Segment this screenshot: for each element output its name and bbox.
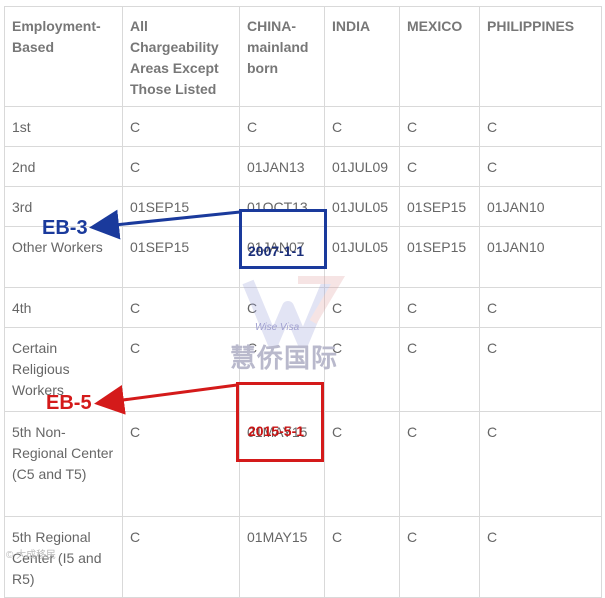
cell-all: 01SEP15 [122,186,240,227]
cell-all: C [122,146,240,187]
cell-philippines: C [479,287,602,328]
cell-mexico: C [399,287,480,328]
cell-philippines: C [479,327,602,412]
cell-mexico: C [399,106,480,147]
table-row: 1st C C C C C [4,106,602,147]
row-label: 1st [4,106,123,147]
corner-watermark: © 大成移民 [6,550,57,561]
cell-all: C [122,411,240,517]
header-employment-based: Employment-Based [4,6,123,107]
cell-philippines: C [479,106,602,147]
header-all-chargeability: All Chargeability Areas Except Those Lis… [122,6,240,107]
cell-india: 01JUL09 [324,146,400,187]
eb5-highlight-box [236,382,324,462]
cell-mexico: 01SEP15 [399,186,480,227]
cell-china: C [239,106,325,147]
cell-all: C [122,287,240,328]
header-mexico: MEXICO [399,6,480,107]
cell-mexico: C [399,146,480,187]
cell-all: C [122,106,240,147]
eb3-highlight-box [239,209,327,269]
watermark-brand-en: Wise Visa [255,322,300,333]
header-china: CHINA-mainland born [239,6,325,107]
cell-all: C [122,516,240,598]
cell-philippines: C [479,146,602,187]
eb3-date-annotation: 2007-1-1 [248,243,305,259]
cell-india: C [324,106,400,147]
cell-china: 01MAY15 [239,516,325,598]
cell-mexico: C [399,516,480,598]
row-label: 5th Non-Regional Center (C5 and T5) [4,411,123,517]
eb5-date-annotation: 2015-5-1 [248,423,305,439]
cell-mexico: C [399,411,480,517]
cell-india: C [324,411,400,517]
header-philippines: PHILIPPINES [479,6,602,107]
row-label: 2nd [4,146,123,187]
cell-india: 01JUL05 [324,186,400,227]
row-label: 4th [4,287,123,328]
cell-philippines: 01JAN10 [479,226,602,288]
cell-mexico: C [399,327,480,412]
cell-india: C [324,516,400,598]
cell-all: 01SEP15 [122,226,240,288]
cell-philippines: C [479,516,602,598]
cell-china: 01JAN13 [239,146,325,187]
cell-philippines: 01JAN10 [479,186,602,227]
header-row: Employment-Based All Chargeability Areas… [4,6,602,107]
eb3-label: EB-3 [42,217,88,239]
cell-philippines: C [479,411,602,517]
table-row: 2nd C 01JAN13 01JUL09 C C [4,146,602,187]
cell-all: C [122,327,240,412]
table-row: 5th Regional Center (I5 and R5) C 01MAY1… [4,516,602,598]
watermark-brand-cn: 慧侨国际 [230,343,339,373]
cell-mexico: 01SEP15 [399,226,480,288]
header-india: INDIA [324,6,400,107]
eb5-label: EB-5 [46,392,92,414]
